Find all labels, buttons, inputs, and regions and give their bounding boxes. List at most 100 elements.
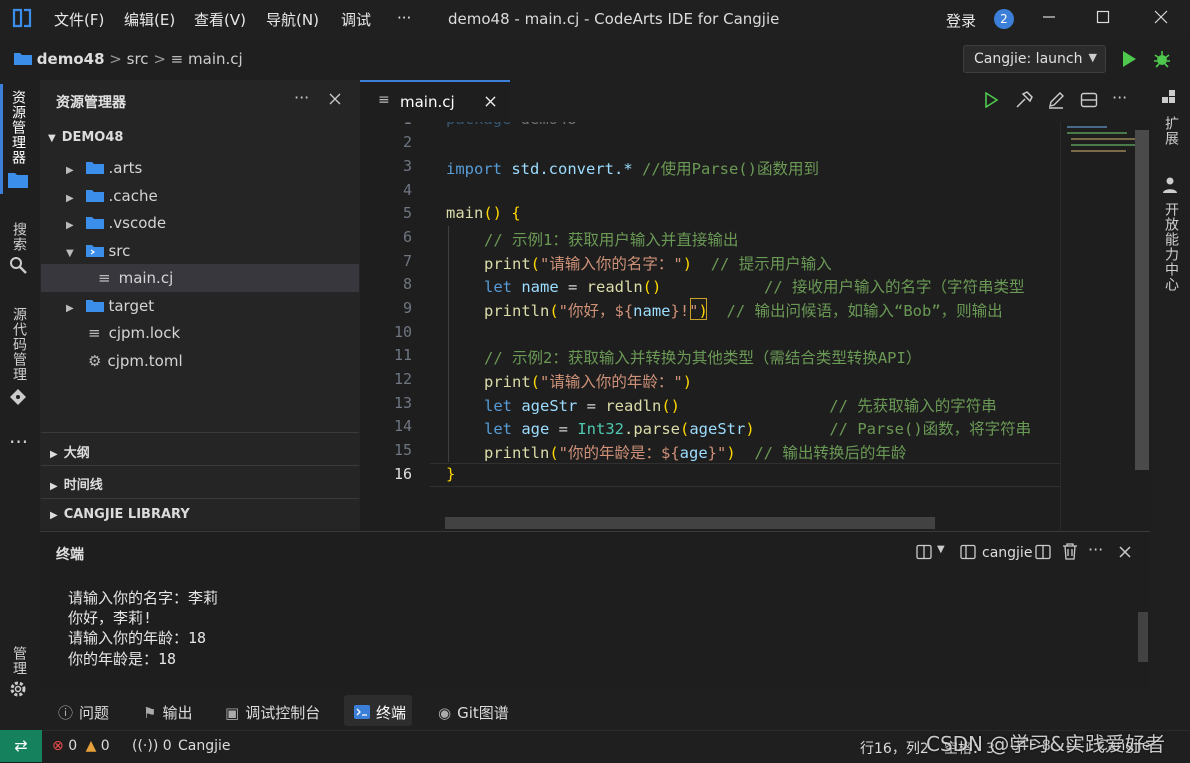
- broadcast-icon: ((·)): [132, 738, 159, 754]
- explorer-more-icon[interactable]: ···: [294, 88, 309, 107]
- minimap-line: [1067, 126, 1107, 128]
- gear-icon: [10, 681, 26, 697]
- tree-item-cache[interactable]: ▶ .cache: [66, 187, 158, 205]
- divider: [41, 498, 359, 499]
- line-number: 6: [402, 228, 412, 246]
- code-line-7: print("请输入你的名字：") // 提示用户输入: [484, 255, 832, 273]
- tree-item-target[interactable]: ▶ target: [66, 297, 154, 315]
- csdn-watermark: CSDN @学习&实践爱好者: [926, 732, 1165, 756]
- code-line-6: // 示例1：获取用户输入并直接输出: [484, 231, 739, 249]
- trash-icon[interactable]: [1062, 543, 1078, 560]
- tab-git-graph[interactable]: ◉ Git图谱: [438, 702, 509, 723]
- tree-item-label: .cache: [108, 187, 158, 205]
- run-file-icon[interactable]: [983, 92, 999, 108]
- tree-item-label: .arts: [108, 159, 143, 177]
- tree-item-arts[interactable]: ▶ .arts: [66, 159, 142, 177]
- tree-item-cjpm-toml[interactable]: ⚙ cjpm.toml: [88, 352, 183, 370]
- menu-navigate[interactable]: 导航(N): [266, 9, 319, 30]
- tree-item-vscode[interactable]: ▶ .vscode: [66, 214, 166, 232]
- notification-badge[interactable]: 2: [994, 9, 1014, 29]
- section-outline[interactable]: ▶ 大纲: [50, 442, 90, 461]
- close-icon[interactable]: [329, 93, 341, 105]
- tree-item-src[interactable]: ▼ src: [66, 242, 130, 260]
- cursor-position[interactable]: 行16，列2: [860, 738, 929, 758]
- panel-tab-bar: [40, 690, 1152, 730]
- minimize-icon: [1043, 16, 1055, 18]
- code-line-11: // 示例2：获取输入并转换为其他类型（需结合类型转换API）: [484, 349, 922, 367]
- bracket-highlight: [690, 298, 707, 320]
- tree-item-cjpm-lock[interactable]: ≡ cjpm.lock: [88, 324, 180, 342]
- menu-debug[interactable]: 调试: [341, 9, 371, 30]
- terminal-more-icon[interactable]: ···: [1088, 540, 1103, 559]
- remote-button[interactable]: ⇄: [0, 730, 42, 762]
- close-panel-icon[interactable]: [1119, 546, 1131, 558]
- line-number: 3: [402, 157, 412, 175]
- menu-edit[interactable]: 编辑(E): [124, 9, 175, 30]
- login-button[interactable]: 登录: [946, 10, 976, 31]
- run-icon[interactable]: [1121, 50, 1137, 68]
- error-icon: ⊗: [52, 738, 64, 754]
- folder-icon: [14, 53, 32, 65]
- tab-problems[interactable]: ⓘ 问题: [58, 702, 109, 723]
- layout-icon[interactable]: [916, 544, 932, 560]
- breadcrumb-file[interactable]: main.cj: [188, 50, 243, 68]
- port-count: 0: [162, 738, 172, 754]
- close-tab-icon[interactable]: [485, 96, 496, 107]
- minimize-button[interactable]: [1034, 6, 1064, 32]
- maximize-icon: [1096, 10, 1110, 24]
- menu-more[interactable]: ···: [397, 9, 411, 27]
- chevron-right-icon: ▶: [50, 481, 58, 492]
- tree-selection-highlight: [41, 264, 359, 292]
- code-editor[interactable]: 1 2 3 4 5 6 7 8 9 10 11 12 13 14 15 16 p…: [360, 122, 1060, 530]
- tab-terminal[interactable]: 终端: [354, 702, 406, 723]
- line-number: 11: [393, 346, 412, 364]
- maximize-button[interactable]: [1088, 6, 1118, 32]
- more-icon[interactable]: ···: [9, 430, 28, 454]
- minimap-line: [1067, 132, 1127, 134]
- problems-status[interactable]: ⊗ 0 ▲ 0: [52, 738, 110, 754]
- menu-file[interactable]: 文件(F): [54, 9, 104, 30]
- line-number: 1: [360, 122, 412, 128]
- window-title: demo48 - main.cj - CodeArts IDE for Cang…: [448, 10, 780, 28]
- chevron-down-icon[interactable]: ▼: [937, 544, 945, 555]
- line-number: 15: [393, 441, 412, 459]
- chevron-right-icon: ▶: [66, 303, 74, 314]
- minimap[interactable]: [1060, 122, 1153, 530]
- menu-view[interactable]: 查看(V): [194, 9, 246, 30]
- close-window-button[interactable]: [1146, 6, 1176, 32]
- tab-main-cj[interactable]: ≡ main.cj: [360, 80, 510, 122]
- tree-item-label: main.cj: [118, 269, 174, 287]
- breadcrumb-folder[interactable]: src: [127, 50, 149, 68]
- activity-extensions[interactable]: 扩展: [1161, 90, 1190, 146]
- breadcrumb: demo48 > src > ≡ main.cj: [14, 50, 243, 68]
- breadcrumb-project[interactable]: demo48: [37, 50, 105, 68]
- line-number: 2: [402, 133, 412, 151]
- tab-debug-console[interactable]: ▣ 调试控制台: [225, 702, 320, 723]
- line-number: 9: [402, 299, 412, 317]
- tab-label: 调试控制台: [245, 704, 321, 722]
- debug-icon[interactable]: [1152, 49, 1172, 69]
- language-status[interactable]: Cangjie: [178, 738, 231, 754]
- split-editor-icon[interactable]: [1080, 91, 1098, 109]
- chevron-down-icon: ▼: [66, 248, 74, 259]
- tab-label: 输出: [162, 704, 193, 722]
- line-number: 12: [393, 370, 412, 388]
- tree-item-main-cj[interactable]: ≡ main.cj: [98, 269, 173, 287]
- section-timeline[interactable]: ▶ 时间线: [50, 474, 103, 493]
- section-cangjie-library[interactable]: ▶ CANGJIE LIBRARY: [50, 507, 190, 522]
- horizontal-scrollbar[interactable]: [445, 517, 935, 529]
- terminal-scrollbar[interactable]: [1138, 612, 1148, 662]
- editor-more-icon[interactable]: ···: [1112, 88, 1127, 107]
- run-config-select[interactable]: Cangjie: launch ▼: [963, 45, 1106, 73]
- explorer-root[interactable]: ▼ DEMO48: [48, 130, 123, 145]
- activity-search-label: 搜索: [11, 222, 27, 252]
- tab-output[interactable]: ⚑ 输出: [143, 702, 192, 723]
- tree-item-label: cjpm.lock: [108, 324, 181, 342]
- vertical-scrollbar[interactable]: [1135, 130, 1149, 470]
- ports-status[interactable]: ((·)) 0: [132, 738, 172, 754]
- edit-pencil-icon[interactable]: [1047, 91, 1065, 109]
- split-terminal-icon[interactable]: [1035, 544, 1051, 560]
- build-hammer-icon[interactable]: [1015, 91, 1033, 109]
- activity-open-capability[interactable]: 开放能力中心: [1161, 176, 1190, 292]
- terminal-instance-label[interactable]: cangjie: [982, 545, 1032, 561]
